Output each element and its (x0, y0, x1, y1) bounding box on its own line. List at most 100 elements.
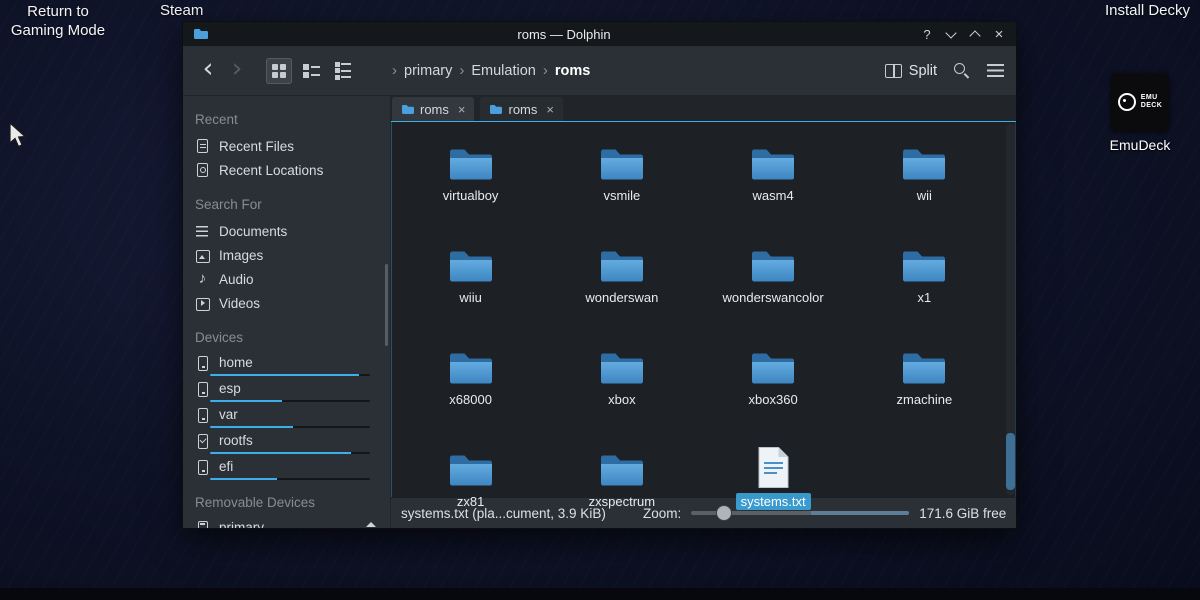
hamburger-menu-icon[interactable] (987, 64, 1004, 77)
file-item-zxspectrum[interactable]: zxspectrum (546, 433, 697, 535)
toolbar-right-group: Split (885, 62, 1004, 80)
file-label: virtualboy (438, 187, 504, 204)
breadcrumb: ›primary›Emulation›roms (392, 62, 590, 79)
sidebar-item-label: Videos (219, 296, 260, 311)
titlebar[interactable]: roms — Dolphin ? × (183, 22, 1016, 46)
icons-view-icon (272, 64, 286, 78)
forward-button[interactable]: › (224, 55, 250, 86)
drive-icon (195, 459, 210, 475)
dolphin-window: roms — Dolphin ? × ‹ › ›primary›Emulatio… (183, 22, 1016, 528)
file-item-x1[interactable]: x1 (849, 229, 1000, 331)
maximize-button[interactable] (964, 24, 986, 44)
folder-icon (599, 136, 645, 183)
breadcrumb-item-primary[interactable]: primary (404, 63, 452, 79)
sidebar-item-recent-locations[interactable]: Recent Locations (183, 158, 390, 182)
file-item-wasm4[interactable]: wasm4 (698, 127, 849, 229)
folder-view[interactable]: virtualboy vsmile wasm4 wii wiiu wonderswan wo… (391, 122, 1016, 497)
sidebar-item-recent-files[interactable]: Recent Files (183, 134, 390, 158)
file-item-zmachine[interactable]: zmachine (849, 331, 1000, 433)
file-item-x68000[interactable]: x68000 (395, 331, 546, 433)
file-label: wii (912, 187, 937, 204)
file-item-virtualboy[interactable]: virtualboy (395, 127, 546, 229)
folder-icon (901, 136, 947, 183)
close-button[interactable]: × (988, 24, 1010, 44)
drive-icon (195, 381, 210, 397)
search-icon[interactable] (953, 62, 971, 80)
zoom-slider[interactable] (691, 511, 909, 515)
back-button[interactable]: ‹ (195, 55, 221, 86)
tab-close-icon[interactable]: × (546, 102, 554, 117)
chevron-down-icon (945, 27, 956, 38)
install-decky-shortcut[interactable]: Install Decky (1105, 2, 1190, 19)
compact-view-button[interactable] (298, 58, 324, 84)
folder-icon (750, 340, 796, 387)
sidebar-item-esp[interactable]: esp (183, 378, 390, 399)
view-scrollbar[interactable] (1006, 124, 1015, 495)
view-scrollbar-thumb[interactable] (1006, 433, 1015, 490)
file-item-vsmile[interactable]: vsmile (546, 127, 697, 229)
folder-icon (448, 136, 494, 183)
emudeck-desktop-icon[interactable]: EMU DECK EmuDeck (1106, 73, 1174, 153)
folder-icon (401, 104, 414, 115)
breadcrumb-item-emulation[interactable]: Emulation (471, 63, 535, 79)
sidebar-scrollbar-thumb[interactable] (385, 264, 388, 346)
sidebar-item-home[interactable]: home (183, 352, 390, 373)
zoom-slider-knob[interactable] (716, 505, 732, 521)
eject-icon[interactable] (365, 522, 377, 528)
gaming-mode-line2: Gaming Mode (8, 21, 108, 40)
drive-root-icon (195, 433, 210, 449)
device-entry: rootfs (183, 430, 390, 454)
folder-icon (448, 238, 494, 285)
sidebar-item-var[interactable]: var (183, 404, 390, 425)
file-label: vsmile (598, 187, 645, 204)
file-item-wonderswan[interactable]: wonderswan (546, 229, 697, 331)
folder-icon (901, 340, 947, 387)
breadcrumb-item-roms[interactable]: roms (555, 63, 590, 79)
device-usage-fill (210, 400, 282, 402)
sidebar-item-label: var (219, 407, 238, 422)
file-item-xbox[interactable]: xbox (546, 331, 697, 433)
sidebar-item-images[interactable]: Images (183, 243, 390, 267)
device-usage-bar (210, 400, 370, 402)
file-label: wonderswan (580, 289, 663, 306)
tab-roms-0[interactable]: roms× (392, 97, 474, 121)
return-to-gaming-mode-shortcut[interactable]: Return to Gaming Mode (8, 2, 108, 40)
sidebar-item-rootfs[interactable]: rootfs (183, 430, 390, 451)
sidebar-item-audio[interactable]: ♪Audio (183, 267, 390, 291)
sidebar-section-title: Search For (195, 197, 390, 212)
gaming-mode-line1: Return to (8, 2, 108, 21)
file-item-wiiu[interactable]: wiiu (395, 229, 546, 331)
folder-icon (750, 136, 796, 183)
sidebar-item-primary[interactable]: primary (183, 517, 390, 528)
file-item-wonderswancolor[interactable]: wonderswancolor (698, 229, 849, 331)
file-label: zmachine (892, 391, 958, 408)
file-label: wiiu (454, 289, 486, 306)
help-button[interactable]: ? (916, 24, 938, 44)
drive-removable-icon (195, 520, 210, 529)
file-item-zx81[interactable]: zx81 (395, 433, 546, 535)
device-usage-fill (210, 374, 359, 376)
file-item-wii[interactable]: wii (849, 127, 1000, 229)
details-view-icon (335, 62, 352, 80)
file-label: zxspectrum (584, 493, 660, 510)
drive-icon (195, 407, 210, 423)
file-icon (757, 442, 790, 489)
tab-roms-1[interactable]: roms× (480, 97, 562, 121)
folder-icon (448, 340, 494, 387)
tab-close-icon[interactable]: × (458, 102, 466, 117)
window-main-area: RecentRecent FilesRecent LocationsSearch… (183, 96, 1016, 528)
sidebar-item-efi[interactable]: efi (183, 456, 390, 477)
file-item-xbox360[interactable]: xbox360 (698, 331, 849, 433)
sidebar-item-label: esp (219, 381, 241, 396)
split-button[interactable]: Split (885, 63, 937, 79)
folder-icon (750, 238, 796, 285)
emudeck-logo-line2: DECK (1141, 102, 1162, 110)
sidebar-item-documents[interactable]: Documents (183, 219, 390, 243)
details-view-button[interactable] (330, 58, 356, 84)
sidebar-item-label: Recent Locations (219, 163, 323, 178)
sidebar-item-videos[interactable]: Videos (183, 291, 390, 315)
steam-shortcut[interactable]: Steam (160, 2, 203, 19)
shade-button[interactable] (940, 24, 962, 44)
device-usage-bar (210, 374, 370, 376)
icons-view-button[interactable] (266, 58, 292, 84)
